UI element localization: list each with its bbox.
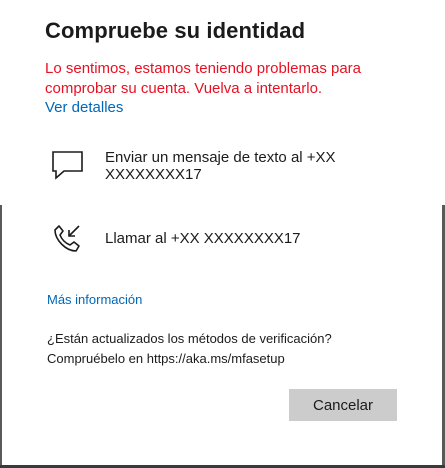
chat-message-icon xyxy=(50,147,84,186)
error-message: Lo sentimos, estamos teniendo problemas … xyxy=(45,59,395,99)
option-phone-call[interactable]: Llamar al +XX XXXXXXXX17 xyxy=(45,220,405,256)
option-phone-call-label: Llamar al +XX XXXXXXXX17 xyxy=(105,230,301,247)
verification-methods-line-2: Compruébelo en https://aka.ms/mfasetup xyxy=(47,351,285,366)
phone-call-icon xyxy=(50,222,84,261)
dialog-title: Compruebe su identidad xyxy=(45,18,306,43)
option-send-text-line-1: Enviar un mensaje de texto al +XX xyxy=(105,149,336,166)
more-info-link[interactable]: Más información xyxy=(47,292,142,307)
verification-methods-line-1: ¿Están actualizados los métodos de verif… xyxy=(47,331,332,346)
cancel-button[interactable]: Cancelar xyxy=(289,389,397,421)
verify-identity-dialog: Compruebe su identidad Lo sentimos, esta… xyxy=(0,0,445,468)
view-details-link[interactable]: Ver detalles xyxy=(45,99,123,116)
option-send-text-message[interactable]: Enviar un mensaje de texto al +XX XXXXXX… xyxy=(45,145,405,191)
option-send-text-label: Enviar un mensaje de texto al +XX XXXXXX… xyxy=(105,149,355,183)
error-message-line-2: comprobar su cuenta. Vuelva a intentarlo… xyxy=(45,80,323,97)
error-message-line-1: Lo sentimos, estamos teniendo problemas … xyxy=(45,60,362,77)
option-send-text-line-2: XXXXXXXX17 xyxy=(105,166,202,183)
verification-methods-text: ¿Están actualizados los métodos de verif… xyxy=(47,329,332,369)
dialog-edge-left xyxy=(0,205,2,468)
